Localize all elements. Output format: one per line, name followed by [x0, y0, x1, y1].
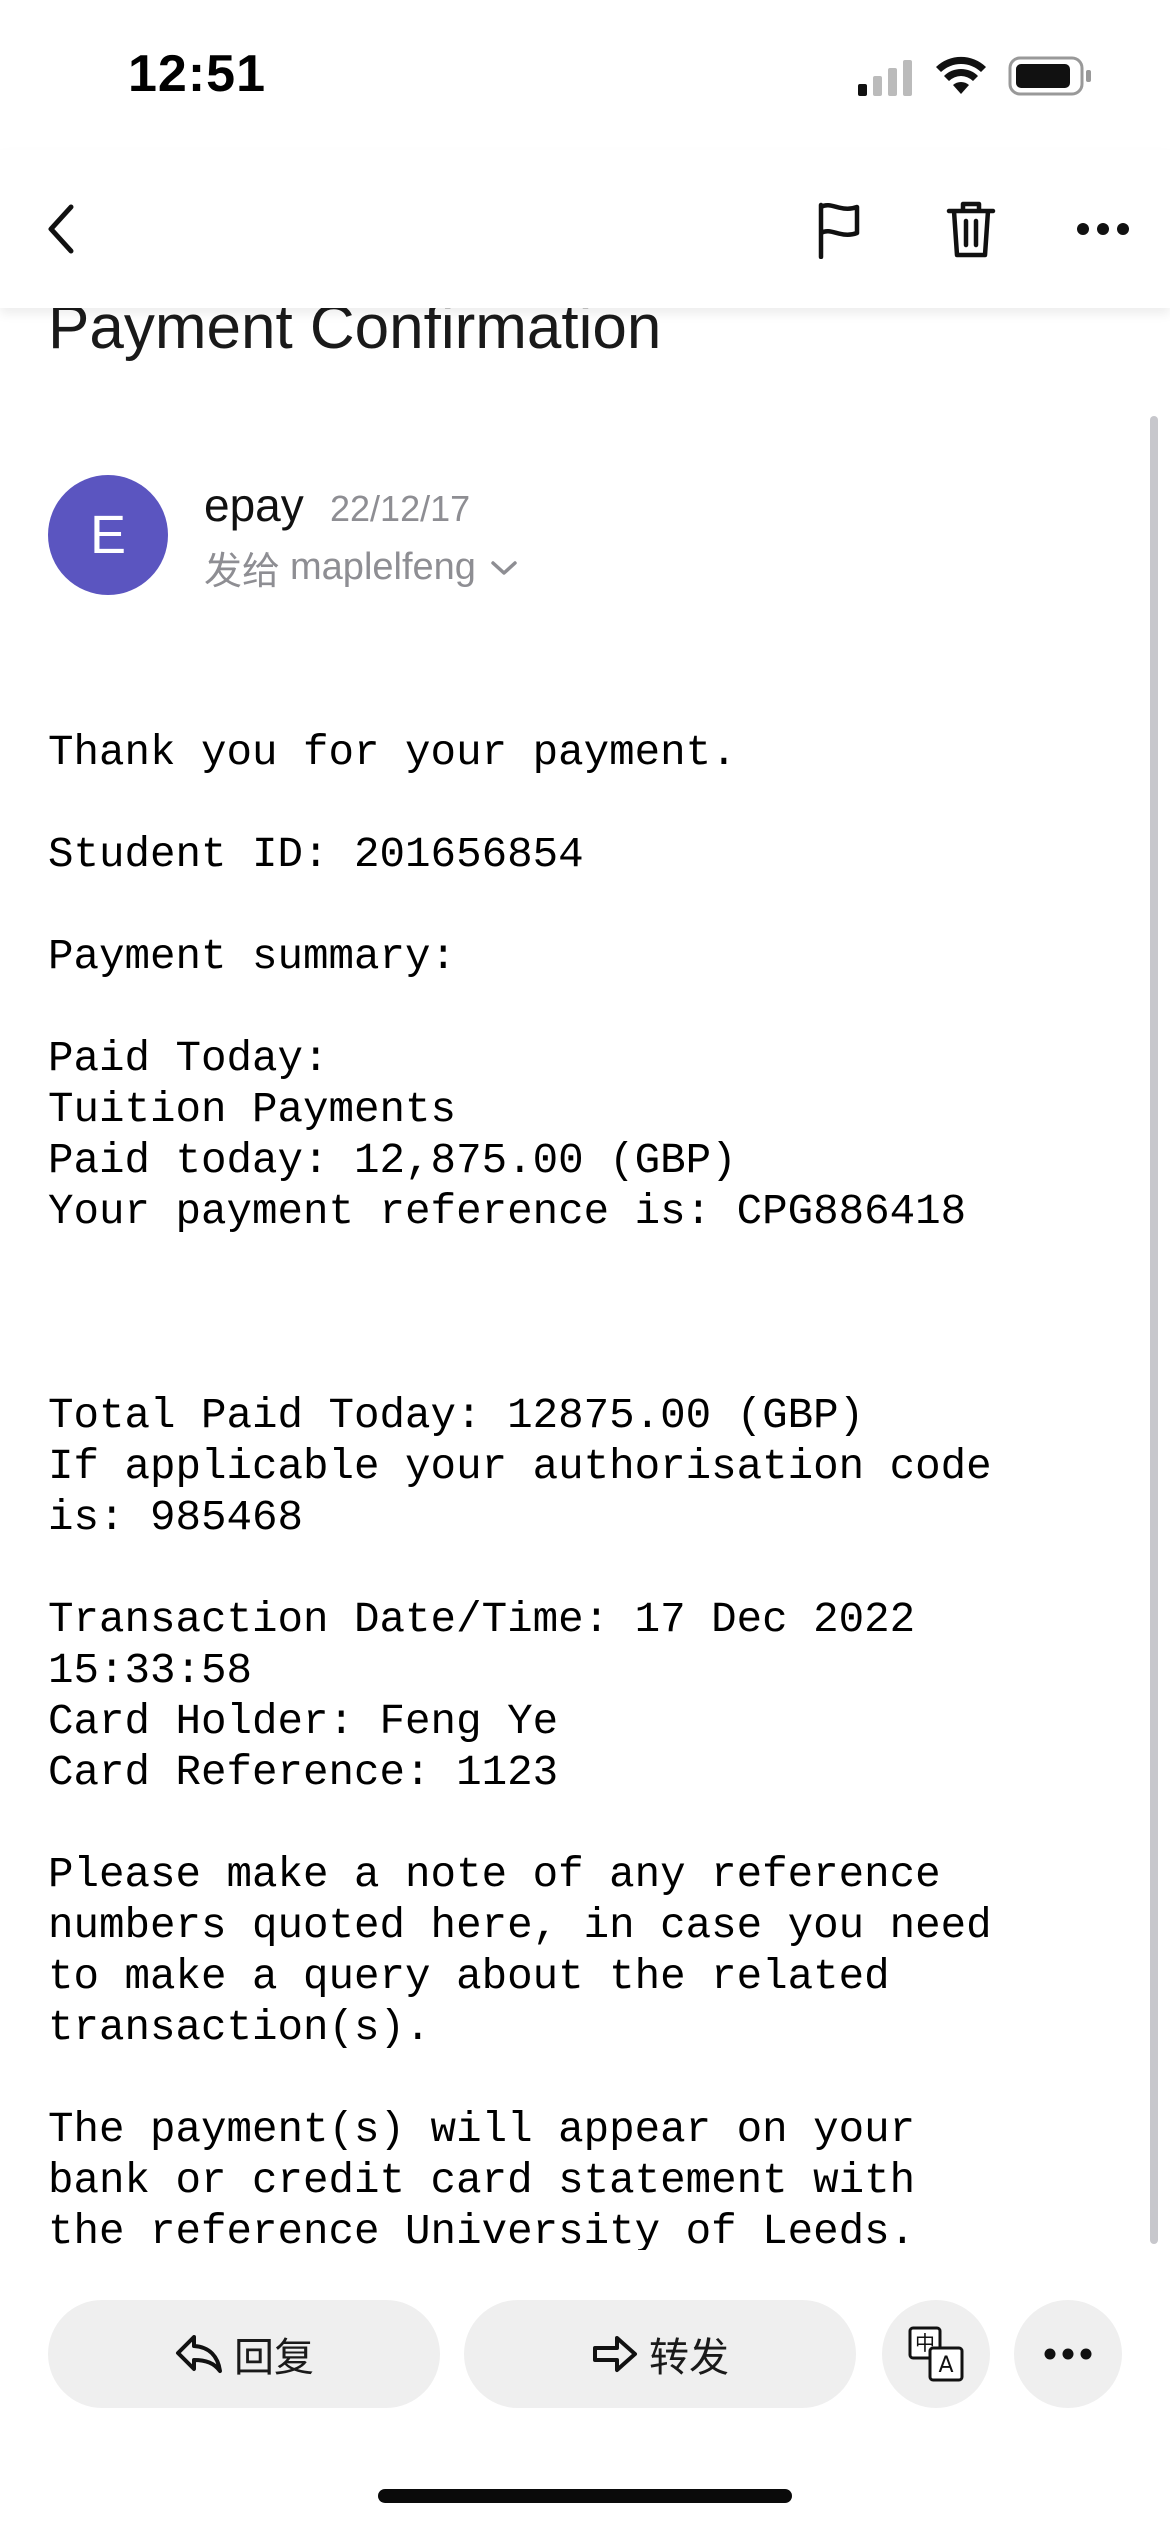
status-bar: 12:51 — [0, 0, 1170, 150]
battery-icon — [1008, 56, 1091, 96]
flag-icon — [818, 202, 860, 259]
delete-button[interactable] — [938, 196, 1004, 262]
reply-label: 回复 — [234, 2336, 314, 2380]
signal-icon — [858, 60, 912, 96]
more-horizontal-icon — [1044, 2348, 1092, 2360]
forward-label: 转发 — [649, 2336, 729, 2380]
more-horizontal-icon — [1077, 223, 1129, 235]
trash-icon — [946, 201, 996, 258]
home-indicator[interactable] — [378, 2489, 792, 2503]
status-time: 12:51 — [128, 45, 266, 103]
more-actions-button[interactable] — [1014, 2300, 1122, 2408]
more-options-button[interactable] — [1070, 196, 1136, 262]
back-button[interactable] — [28, 196, 94, 262]
nav-bar — [0, 150, 1170, 308]
back-chevron-icon — [48, 204, 74, 254]
wifi-icon — [936, 56, 986, 94]
bottom-toolbar: 回复 转发 中 A — [0, 2290, 1170, 2430]
svg-text:A: A — [938, 2353, 953, 2378]
reply-icon — [176, 2335, 222, 2373]
scrollbar[interactable] — [1150, 416, 1158, 2244]
translate-button[interactable]: 中 A — [882, 2300, 990, 2408]
email-detail-screen: 12:51 Payment Confirmation E epay 22/12/… — [0, 0, 1170, 2532]
reply-button[interactable]: 回复 — [48, 2300, 440, 2408]
email-body-viewport[interactable]: Thank you for your payment. Student ID: … — [0, 300, 1170, 2250]
email-body: Thank you for your payment. Student ID: … — [48, 729, 992, 2250]
forward-button[interactable]: 转发 — [464, 2300, 856, 2408]
translate-icon: 中 A — [908, 2326, 964, 2382]
flag-button[interactable] — [806, 196, 872, 262]
forward-icon — [593, 2336, 637, 2372]
